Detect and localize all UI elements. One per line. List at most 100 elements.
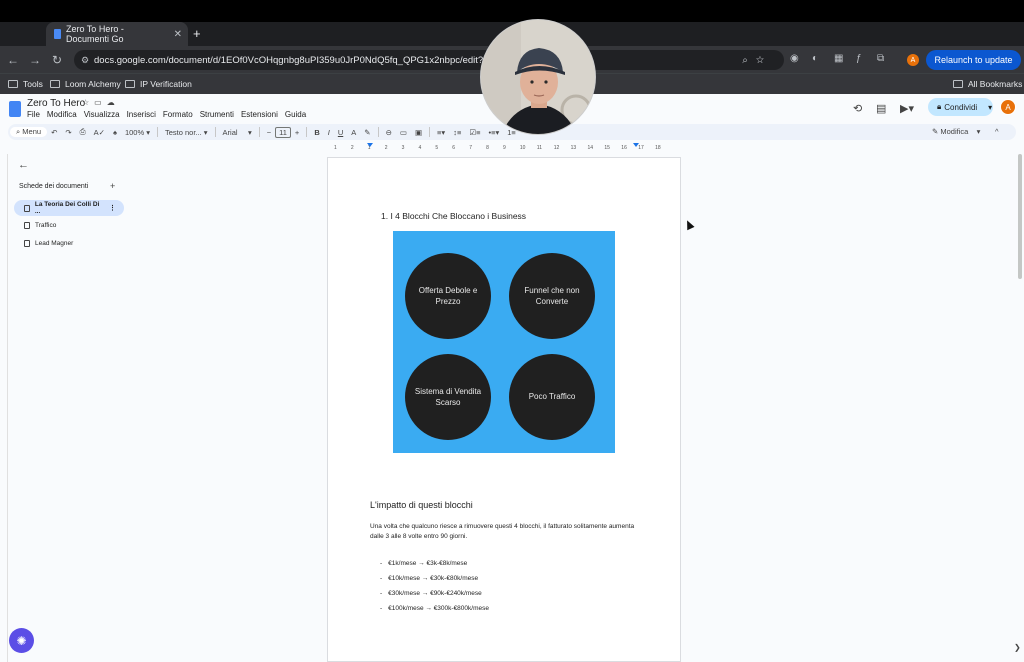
document-title[interactable]: Zero To Hero [27,98,85,109]
bookmark-loom-alchemy[interactable]: Loom Alchemy [50,79,121,89]
menu-visualizza[interactable]: Visualizza [84,110,120,119]
divider [429,127,431,137]
expand-arrow-icon[interactable]: ❯ [1014,643,1021,652]
sidebar-item-tab-3[interactable]: Lead Magner [14,235,124,251]
bold-icon[interactable]: B [310,128,323,137]
address-bar[interactable]: ⚙ docs.google.com/document/d/1EOf0VcOHqg… [74,50,784,70]
menu-inserisci[interactable]: Inserisci [127,110,156,119]
chevron-down-icon[interactable]: ▾ [988,103,992,112]
list-item-text: €10k/mese → €30k-€80k/mese [388,575,479,582]
align-icon[interactable]: ≡▾ [433,128,449,137]
blocks-diagram[interactable]: Offerta Debole e Prezzo Funnel che non C… [393,231,615,453]
share-button[interactable]: 🔒︎ Condividi ▾ [928,98,993,116]
divider [377,127,379,137]
assistant-button[interactable]: ✺ [9,628,34,653]
divider [258,127,260,137]
diagram-circle: Offerta Debole e Prezzo [405,253,491,339]
reload-icon[interactable]: ↻ [46,53,68,67]
folder-icon [8,80,18,88]
sidebar-item-tab-1[interactable]: La Teoria Dei Colli Di ... ⋮ [14,200,124,216]
back-icon[interactable]: ← [2,53,24,67]
history-icon[interactable]: ⟲ [853,102,862,115]
undo-icon[interactable]: ↶ [47,128,61,137]
decrease-font-icon[interactable]: − [263,128,275,137]
lock-icon: 🔒︎ [937,102,942,111]
star-icon[interactable]: ☆ [82,98,94,107]
all-bookmarks[interactable]: All Bookmarks [953,79,1022,89]
google-docs-icon [54,29,61,39]
zoom-select[interactable]: 100% ▾ [121,128,154,137]
extension-icon[interactable]: ◐ [812,53,818,64]
body-paragraph: Una volta che qualcuno riesce a rimuover… [370,523,635,541]
docs-logo-icon[interactable] [9,101,21,117]
sidebar-item-tab-2[interactable]: Traffico [14,217,124,233]
print-icon[interactable]: ⎙ [76,127,90,137]
relaunch-button[interactable]: Relaunch to update [926,50,1021,70]
title-actions: ☆▭☁ [82,98,120,107]
menu-formato[interactable]: Formato [163,110,193,119]
editing-mode-select[interactable]: ✎ Modifica ▾ ^ [932,127,999,136]
search-menus[interactable]: ⌕ Menu [10,127,48,137]
font-select[interactable]: Arial ▾ [219,128,256,137]
menu-file[interactable]: File [27,110,40,119]
vertical-scrollbar[interactable] [1018,154,1022,279]
back-arrow-icon[interactable]: ← [18,159,29,171]
text-color-icon[interactable]: A [347,128,360,137]
browser-tab[interactable]: Zero To Hero - Documenti Go ✕ [46,22,188,46]
spellcheck-icon[interactable]: A✓ [90,128,109,137]
more-options-icon[interactable]: ⋮ [109,204,116,212]
ruler-tick-label: 8 [486,145,489,151]
new-tab-icon[interactable]: + [193,26,201,41]
bookmark-ip-verification[interactable]: IP Verification [125,79,192,89]
image-icon[interactable]: ▣ [411,128,426,137]
forward-icon[interactable]: → [24,53,46,67]
move-folder-icon[interactable]: ▭ [94,98,107,107]
underline-icon[interactable]: U [334,128,347,137]
profile-avatar[interactable]: A [907,54,919,66]
bullet-list-icon[interactable]: •≡▾ [484,128,503,137]
bookmark-tools[interactable]: Tools [8,79,43,89]
horizontal-ruler[interactable]: 1 2 1 2 3 4 5 6 7 8 9 10 11 12 13 14 15 16 17 18 [327,143,681,151]
menu-guida[interactable]: Guida [285,110,306,119]
add-tab-icon[interactable]: + [110,181,115,191]
extension-icon[interactable]: ▦ [834,53,843,64]
ruler-tick-label: 10 [520,145,526,151]
list-item: - €100k/mese → €300k-€800k/mese [380,605,489,612]
ruler-tick-label: 15 [604,145,610,151]
menu-modifica[interactable]: Modifica [47,110,77,119]
ruler-tick-label: 11 [537,145,542,151]
italic-icon[interactable]: I [324,128,334,137]
line-spacing-icon[interactable]: ↕≡ [449,128,465,137]
comments-icon[interactable]: ▤ [876,102,886,115]
paint-format-icon[interactable]: ♠ [109,128,121,137]
comment-icon[interactable]: ▭ [396,128,411,137]
extension-icon[interactable]: ƒ [856,53,862,64]
highlight-icon[interactable]: ✎ [360,128,374,137]
puzzle-icon[interactable]: ⧉ [877,53,884,64]
increase-font-icon[interactable]: + [291,128,303,137]
ruler-tick-label: 13 [571,145,577,151]
menu-estensioni[interactable]: Estensioni [241,110,278,119]
zoom-icon[interactable]: ⌕ [742,55,756,66]
close-icon[interactable]: ✕ [174,29,182,40]
redo-icon[interactable]: ↷ [61,128,75,137]
meet-icon[interactable]: ▶▾ [900,102,914,115]
site-info-icon[interactable]: ⚙ [81,55,89,66]
style-select[interactable]: Testo nor... ▾ [161,128,212,137]
vertical-ruler[interactable] [0,154,8,662]
document-page[interactable]: 1. I 4 Blocchi Che Bloccano i Business O… [327,157,681,662]
menu-strumenti[interactable]: Strumenti [200,110,234,119]
tab-label: La Teoria Dei Colli Di ... [34,201,100,215]
checklist-icon[interactable]: ☑≡ [465,128,484,137]
document-tab-icon [24,204,30,212]
ruler-tick-label: 5 [435,145,438,151]
font-size-input[interactable]: 11 [275,126,291,138]
cloud-status-icon[interactable]: ☁ [107,98,120,107]
link-icon[interactable]: ⊖ [382,128,396,137]
bullet-list: - €1k/mese → €3k-€8k/mese - €10k/mese → €3… [380,556,489,616]
extension-icon[interactable]: ◉ [790,53,799,64]
document-tab-icon [24,221,30,229]
account-avatar[interactable]: A [1000,99,1016,115]
webcam-overlay[interactable] [480,19,596,135]
bookmark-star-icon[interactable]: ☆ [756,55,772,66]
